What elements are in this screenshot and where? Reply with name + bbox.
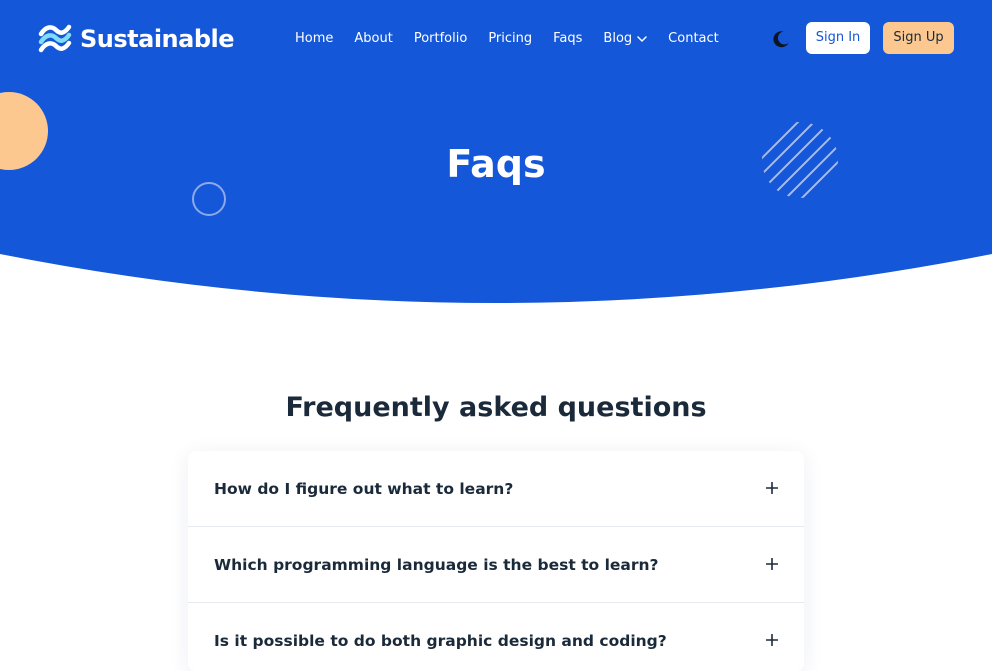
brand-logo[interactable]: Sustainable	[38, 24, 235, 54]
wave-logo-icon	[38, 24, 72, 53]
faq-question: Is it possible to do both graphic design…	[214, 632, 667, 650]
faq-accordion: How do I figure out what to learn? Which…	[188, 451, 804, 671]
nav-item-label: Blog	[603, 31, 633, 46]
nav-item-label: Portfolio	[413, 31, 468, 46]
nav-item-label: Faqs	[553, 31, 583, 46]
brand-name: Sustainable	[80, 25, 235, 53]
nav-item-label: Home	[295, 31, 334, 46]
nav-item-about[interactable]: About	[354, 28, 392, 50]
nav-item-portfolio[interactable]: Portfolio	[414, 28, 467, 50]
navbar: Sustainable Home About Portfolio Pricing…	[0, 0, 992, 78]
plus-icon[interactable]	[766, 634, 778, 646]
plus-icon[interactable]	[766, 558, 778, 570]
faq-question: Which programming language is the best t…	[214, 556, 659, 574]
nav-item-contact[interactable]: Contact	[668, 28, 719, 50]
faq-question: How do I figure out what to learn?	[214, 480, 514, 498]
nav-item-home[interactable]: Home	[295, 28, 333, 50]
nav-item-faqs[interactable]: Faqs	[553, 28, 582, 50]
chevron-down-icon	[637, 36, 647, 42]
faq-item[interactable]: Which programming language is the best t…	[188, 527, 804, 603]
nav-item-label: Pricing	[488, 31, 533, 46]
main-navigation: Home About Portfolio Pricing Faqs Blog C…	[295, 28, 719, 50]
faq-item[interactable]: How do I figure out what to learn?	[188, 451, 804, 527]
nav-item-blog[interactable]: Blog	[603, 28, 647, 50]
nav-item-pricing[interactable]: Pricing	[488, 28, 532, 50]
faq-heading: Frequently asked questions	[285, 392, 707, 423]
hero-section: Sustainable Home About Portfolio Pricing…	[0, 0, 992, 310]
nav-item-label: Contact	[668, 31, 719, 46]
faq-item[interactable]: Is it possible to do both graphic design…	[188, 603, 804, 671]
sign-up-button[interactable]: Sign Up	[883, 22, 954, 54]
page-title: Faqs	[446, 142, 546, 186]
moon-icon[interactable]	[771, 29, 791, 49]
sign-in-button[interactable]: Sign In	[806, 22, 870, 54]
plus-icon[interactable]	[766, 482, 778, 494]
nav-item-label: About	[354, 31, 393, 46]
